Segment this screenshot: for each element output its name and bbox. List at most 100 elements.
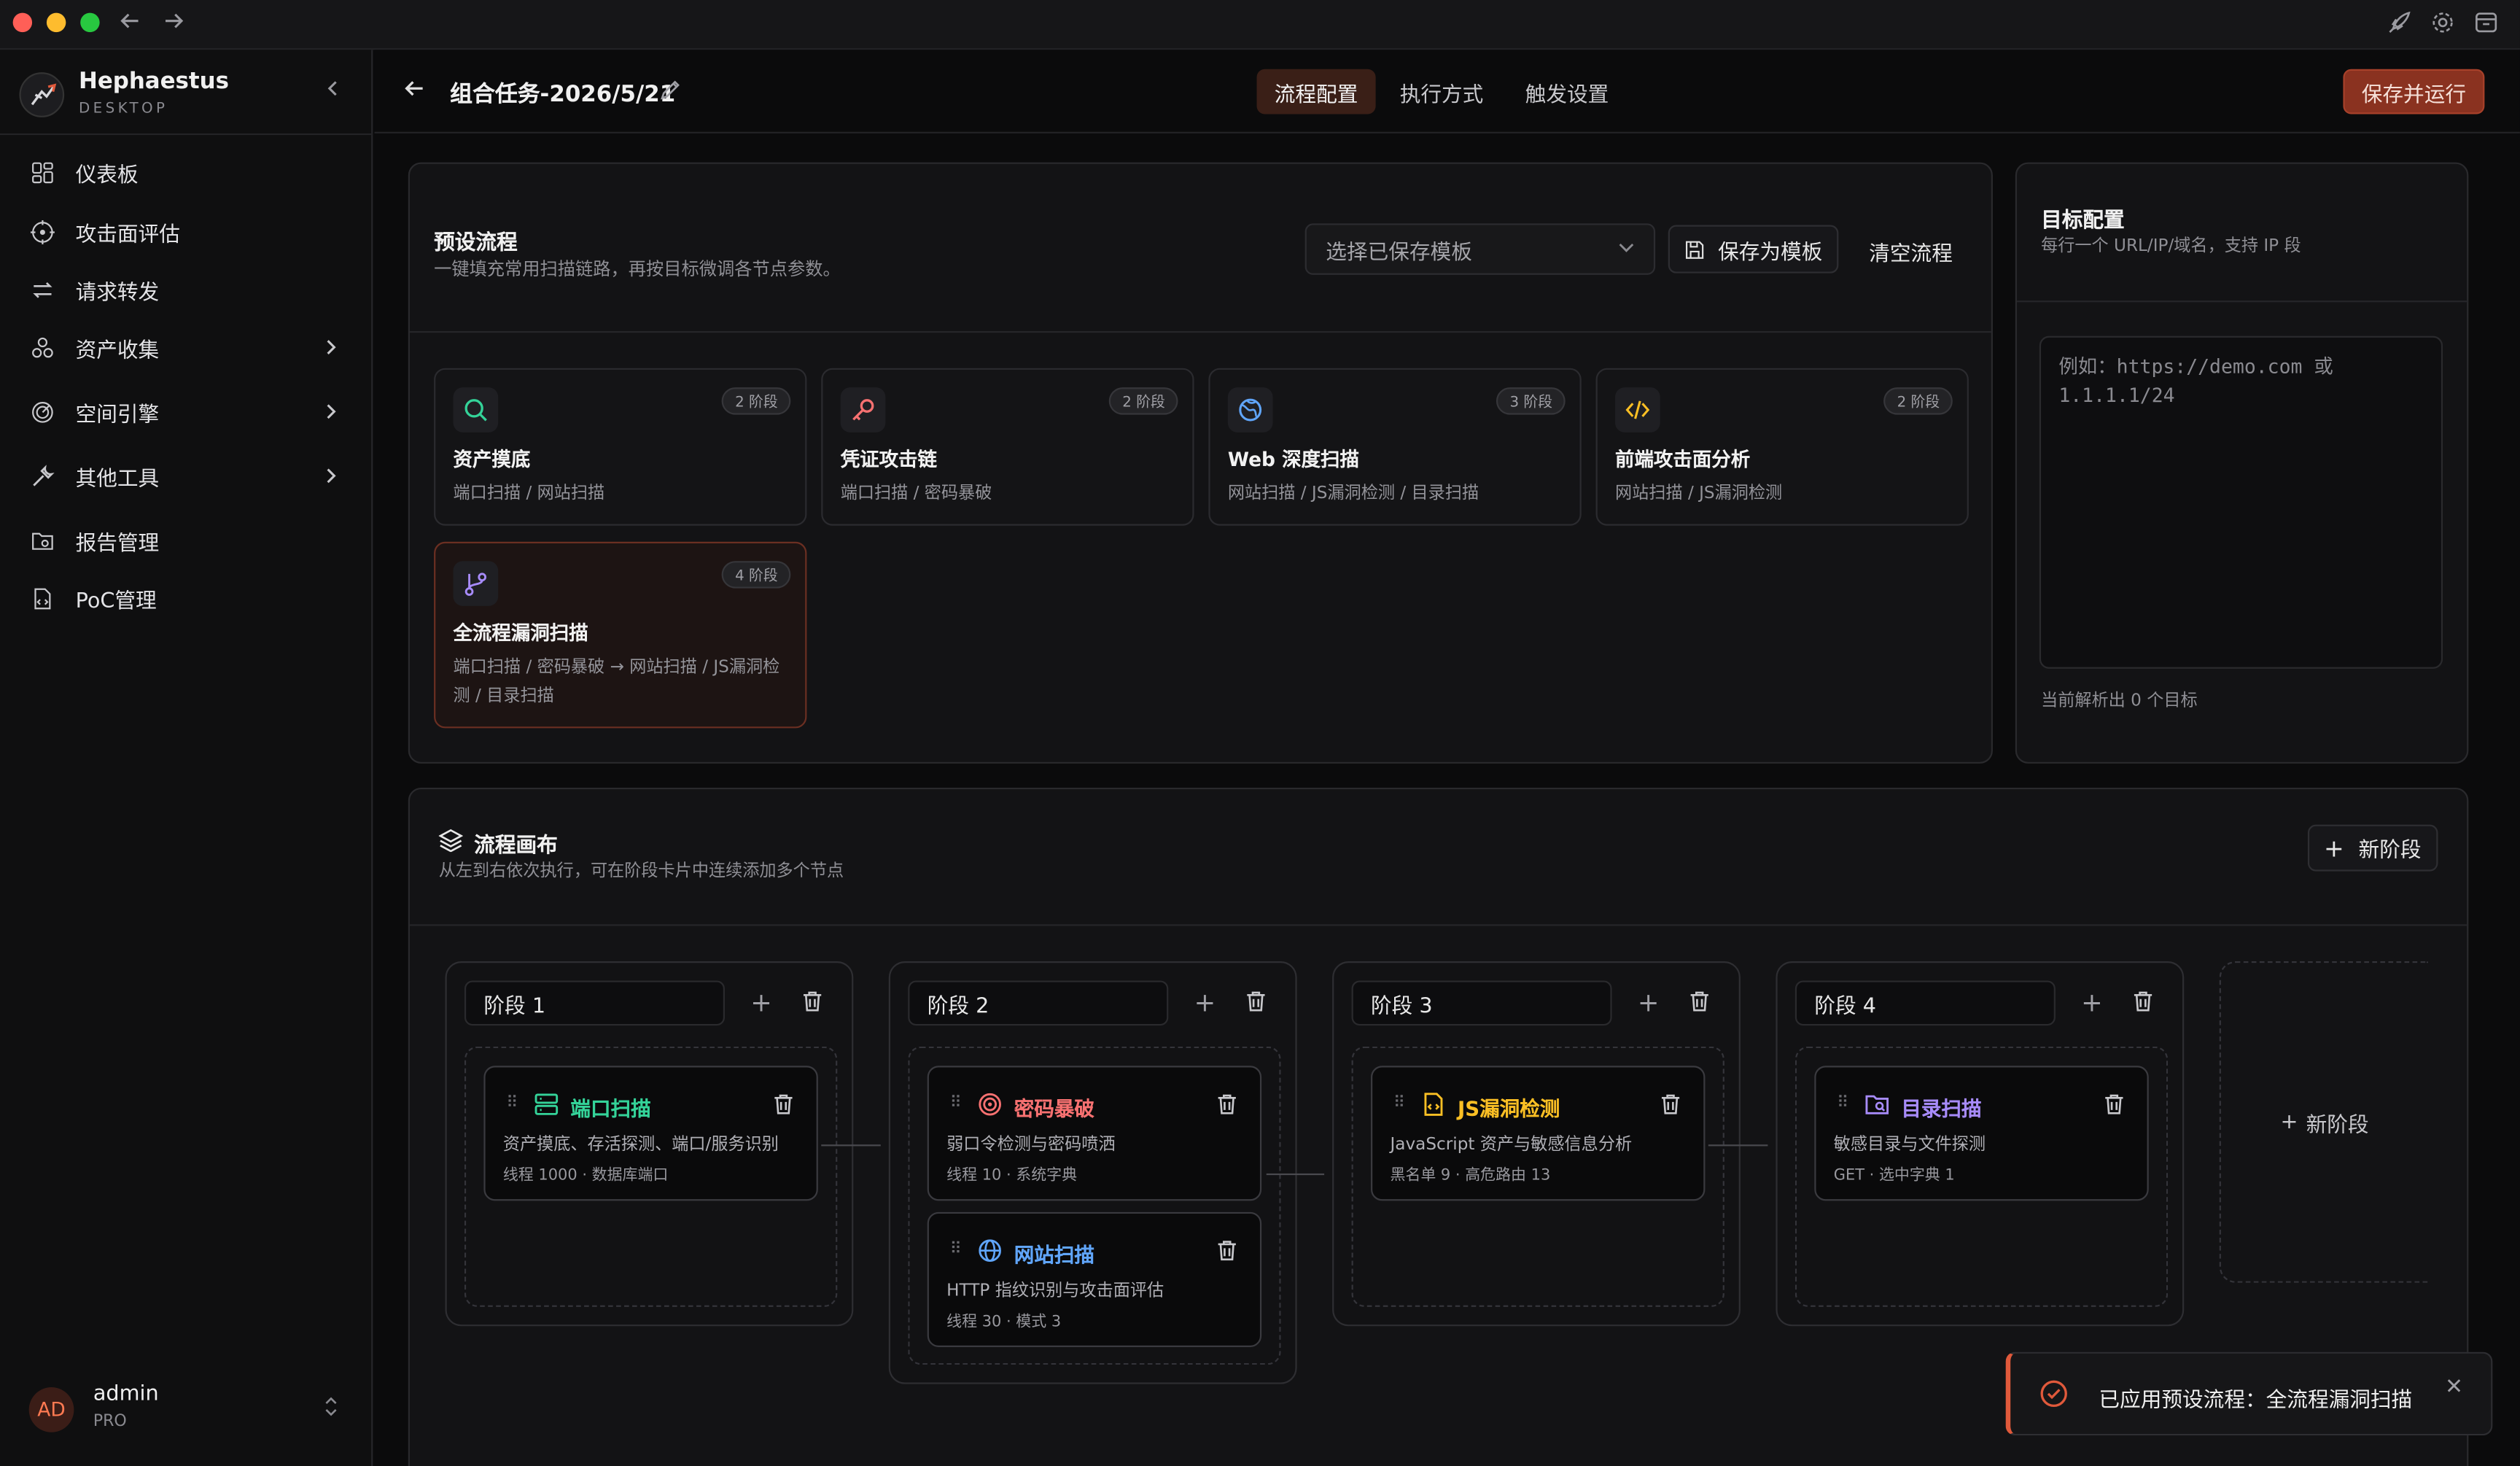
target-count: 当前解析出 0 个目标: [2041, 691, 2198, 711]
pencil-icon[interactable]: [659, 79, 682, 101]
server-icon: [534, 1092, 559, 1117]
new-stage-placeholder[interactable]: + 新阶段: [2219, 961, 2429, 1283]
add-node-button[interactable]: +: [2081, 987, 2103, 1017]
forward-arrow-icon[interactable]: [163, 9, 185, 32]
node-card[interactable]: ⠿ 网站扫描 HTTP 指纹识别与攻击面评估 线程 30 · 模式 3: [927, 1211, 1262, 1347]
back-arrow-icon[interactable]: [119, 9, 141, 32]
preset-card-web-deep-scan[interactable]: 3 阶段 Web 深度扫描 网站扫描 / JS漏洞检测 / 目录扫描: [1208, 368, 1582, 526]
sidebar-item-other-tools[interactable]: 其他工具: [16, 450, 357, 502]
back-button[interactable]: [403, 77, 426, 100]
toast-message: 已应用预设流程：全流程漏洞扫描: [2099, 1389, 2413, 1413]
close-window-button[interactable]: [12, 12, 33, 33]
collapse-sidebar-button[interactable]: [324, 79, 341, 98]
add-node-button[interactable]: +: [1638, 987, 1660, 1017]
stage-name-input[interactable]: 阶段 3: [1351, 980, 1612, 1026]
app-window: Hephaestus DESKTOP 仪表板 攻击面评估 请求转发 资产收集 空…: [0, 0, 2520, 1466]
add-stage-label: 新阶段: [2358, 839, 2422, 864]
add-node-button[interactable]: +: [750, 987, 772, 1017]
trash-icon[interactable]: [773, 1093, 794, 1116]
chevron-updown-icon: [324, 1397, 338, 1416]
tab-trigger-settings[interactable]: 触发设置: [1507, 69, 1626, 115]
sidebar-item-label: 攻击面评估: [75, 222, 180, 247]
stage-card: 阶段 3 + ⠿ JS漏洞检测 JavaScript 资产与敏感信息分析 黑名单…: [1332, 961, 1741, 1327]
preset-name: 全流程漏洞扫描: [453, 621, 588, 645]
trash-icon[interactable]: [802, 990, 823, 1013]
trash-icon[interactable]: [1216, 1239, 1237, 1262]
sidebar-item-poc[interactable]: PoC管理: [16, 573, 357, 624]
gear-icon[interactable]: [2430, 9, 2455, 35]
node-meta: 黑名单 9 · 高危路由 13: [1390, 1167, 1551, 1185]
stage-name-input[interactable]: 阶段 1: [464, 980, 726, 1026]
node-card[interactable]: ⠿ JS漏洞检测 JavaScript 资产与敏感信息分析 黑名单 9 · 高危…: [1371, 1066, 1706, 1201]
sidebar-item-attack-surface[interactable]: 攻击面评估: [16, 206, 357, 257]
drag-handle-icon[interactable]: ⠿: [506, 1095, 518, 1112]
target-divider: [2017, 300, 2468, 303]
clear-flow-button[interactable]: 清空流程: [1869, 236, 1953, 267]
close-icon[interactable]: [2446, 1378, 2462, 1394]
node-card[interactable]: ⠿ 目录扫描 敏感目录与文件探测 GET · 选中字典 1: [1814, 1066, 2149, 1201]
cluster-icon: [29, 334, 55, 360]
drag-handle-icon[interactable]: ⠿: [1837, 1095, 1848, 1112]
node-meta: 线程 10 · 系统字典: [946, 1167, 1078, 1185]
sidebar-item-label: 空间引擎: [75, 403, 160, 427]
sidebar-item-label: 资产收集: [75, 338, 160, 363]
stage-connector: [1266, 1173, 1325, 1176]
user-plan: PRO: [93, 1413, 127, 1431]
node-card[interactable]: ⠿ 端口扫描 资产摸底、存活探测、端口/服务识别 线程 1000 · 数据库端口: [483, 1066, 818, 1201]
trash-icon[interactable]: [2104, 1093, 2125, 1116]
target-input[interactable]: 例如：https://demo.com 或 1.1.1.1/24: [2039, 336, 2443, 669]
canvas-title: 流程画布: [474, 834, 558, 858]
preset-card-asset-recon[interactable]: 2 阶段 资产摸底 端口扫描 / 网站扫描: [434, 368, 807, 526]
node-dropzone[interactable]: ⠿ 目录扫描 敏感目录与文件探测 GET · 选中字典 1: [1794, 1046, 2169, 1307]
tab-execution-mode[interactable]: 执行方式: [1382, 69, 1501, 115]
node-dropzone[interactable]: ⠿ 密码暴破 弱口令检测与密码喷洒 线程 10 · 系统字典 ⠿ 网站扫描 HT…: [908, 1046, 1281, 1365]
trash-icon[interactable]: [1216, 1093, 1237, 1116]
rocket-icon[interactable]: [2387, 9, 2412, 35]
tab-flow-config[interactable]: 流程配置: [1256, 69, 1376, 115]
add-stage-button[interactable]: + 新阶段: [2307, 824, 2438, 872]
sidebar: Hephaestus DESKTOP 仪表板 攻击面评估 请求转发 资产收集 空…: [0, 50, 373, 1466]
search-icon: [453, 387, 499, 433]
stage-name-input[interactable]: 阶段 4: [1794, 980, 2056, 1026]
zoom-window-button[interactable]: [80, 12, 100, 33]
node-dropzone[interactable]: ⠿ JS漏洞检测 JavaScript 资产与敏感信息分析 黑名单 9 · 高危…: [1351, 1046, 1724, 1307]
add-node-button[interactable]: +: [1194, 987, 1216, 1017]
repeat-icon: [29, 276, 55, 302]
trash-icon[interactable]: [1689, 990, 1710, 1013]
target-subtitle: 每行一个 URL/IP/域名，支持 IP 段: [2041, 236, 2301, 256]
preset-card-credential-chain[interactable]: 2 阶段 凭证攻击链 端口扫描 / 密码暴破: [821, 368, 1194, 526]
trash-icon[interactable]: [1660, 1093, 1681, 1116]
user-menu[interactable]: AD admin PRO: [28, 1382, 351, 1437]
sidebar-item-reports[interactable]: 报告管理: [16, 514, 357, 566]
radar-icon: [29, 399, 55, 424]
preset-name: 前端攻击面分析: [1615, 448, 1751, 471]
user-name: admin: [93, 1382, 159, 1407]
sidebar-item-dashboard[interactable]: 仪表板: [16, 147, 357, 198]
drag-handle-icon[interactable]: ⠿: [950, 1095, 962, 1112]
drag-handle-icon[interactable]: ⠿: [1393, 1095, 1405, 1112]
node-dropzone[interactable]: ⠿ 端口扫描 资产摸底、存活探测、端口/服务识别 线程 1000 · 数据库端口: [464, 1046, 838, 1307]
template-select[interactable]: 选择已保存模板: [1304, 223, 1656, 275]
save-template-button[interactable]: 保存为模板: [1668, 225, 1839, 274]
sidebar-item-asset-collection[interactable]: 资产收集: [16, 322, 357, 373]
sidebar-item-label: PoC管理: [75, 589, 157, 613]
panel-icon[interactable]: [2473, 9, 2499, 35]
preset-card-frontend-analysis[interactable]: 2 阶段 前端攻击面分析 网站扫描 / JS漏洞检测: [1595, 368, 1969, 526]
sidebar-item-request-forward[interactable]: 请求转发: [16, 263, 357, 315]
stage-card: 阶段 4 + ⠿ 目录扫描 敏感目录与文件探测 GET · 选中字典 1: [1776, 961, 2185, 1327]
trash-icon[interactable]: [2133, 990, 2154, 1013]
trash-icon[interactable]: [1245, 990, 1267, 1013]
sidebar-item-space-engine[interactable]: 空间引擎: [16, 386, 357, 438]
target-icon: [977, 1092, 1003, 1117]
drag-handle-icon[interactable]: ⠿: [950, 1241, 962, 1258]
node-card[interactable]: ⠿ 密码暴破 弱口令检测与密码喷洒 线程 10 · 系统字典: [927, 1066, 1262, 1201]
node-name: JS漏洞检测: [1458, 1096, 1560, 1121]
plus-icon: +: [2323, 833, 2344, 863]
stage-name-input[interactable]: 阶段 2: [908, 980, 1169, 1026]
save-and-run-button[interactable]: 保存并运行: [2343, 69, 2485, 115]
target-panel: 目标配置 每行一个 URL/IP/域名，支持 IP 段 例如：https://d…: [2015, 162, 2469, 764]
minimize-window-button[interactable]: [46, 12, 66, 33]
node-desc: 资产摸底、存活探测、端口/服务识别: [502, 1135, 779, 1155]
preset-card-full-vuln-scan[interactable]: 4 阶段 全流程漏洞扫描 端口扫描 / 密码暴破 → 网站扫描 / JS漏洞检测…: [434, 541, 807, 729]
dashboard-icon: [29, 159, 55, 185]
